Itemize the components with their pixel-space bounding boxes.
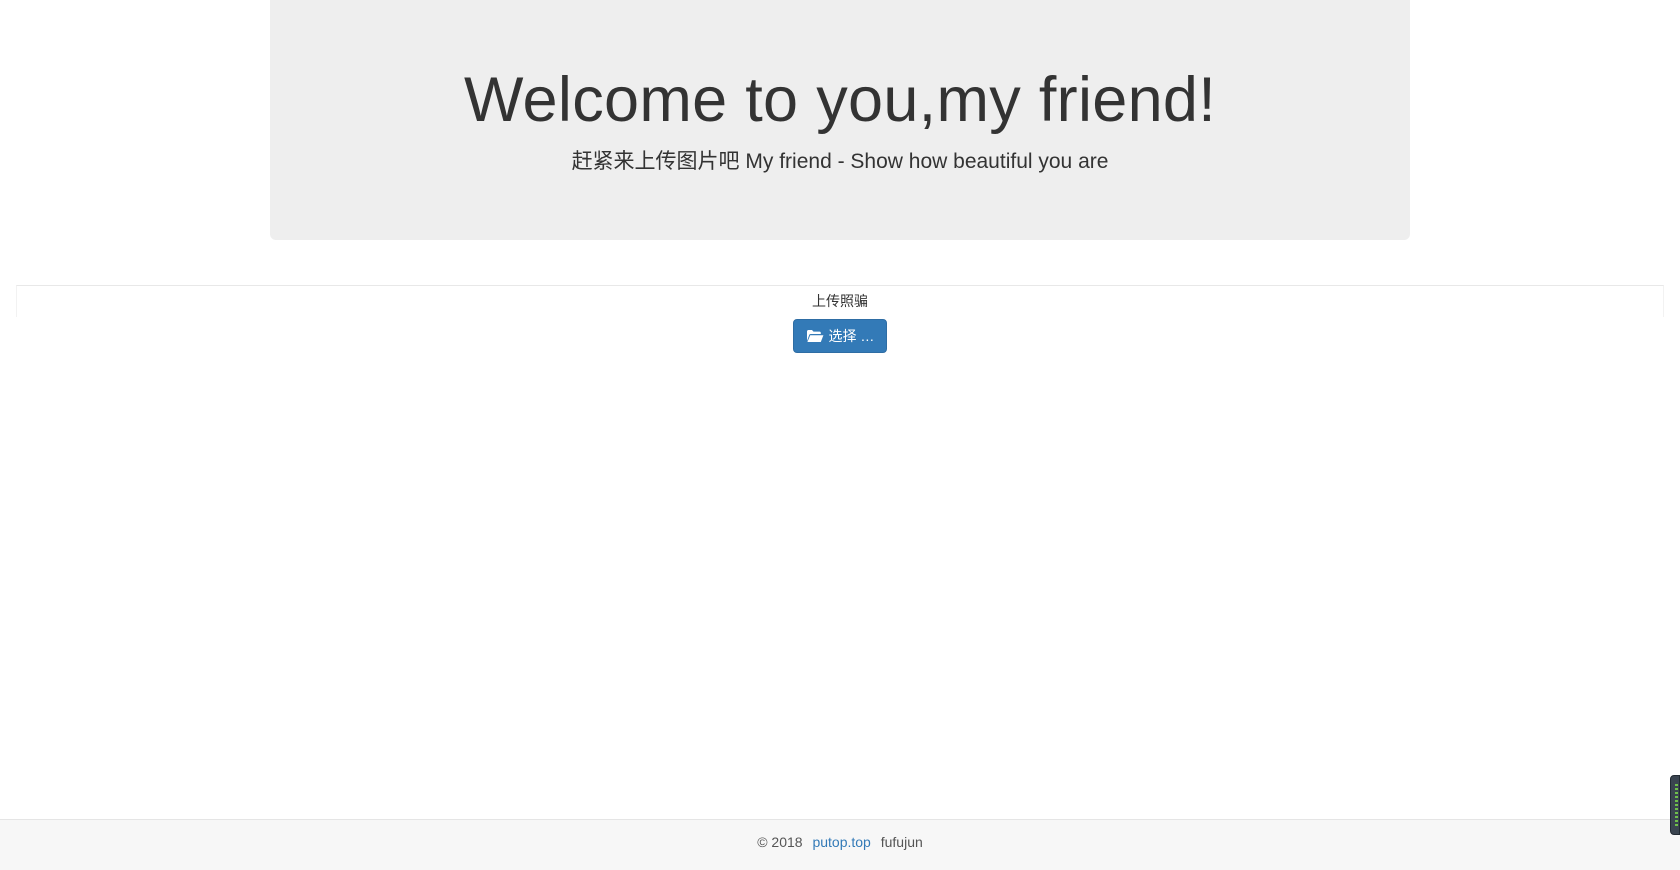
- upload-label: 上传照骗: [812, 293, 868, 309]
- choose-file-button-label: 选择 …: [828, 328, 875, 344]
- page-title: Welcome to you,my friend!: [463, 65, 1217, 135]
- side-widget-handle[interactable]: [1670, 775, 1680, 835]
- page: Welcome to you,my friend! 赶紧来上传图片吧 My fr…: [0, 0, 1680, 870]
- folder-open-icon: [806, 330, 823, 342]
- footer-copyright: © 2018: [757, 834, 803, 850]
- side-widget-meter-icon: [1675, 784, 1678, 828]
- choose-file-button[interactable]: 选择 …: [793, 319, 887, 353]
- page-subtitle: 赶紧来上传图片吧 My friend - Show how beautiful …: [571, 150, 1109, 173]
- jumbotron-header: Welcome to you,my friend! 赶紧来上传图片吧 My fr…: [270, 0, 1410, 240]
- footer-author: fufujun: [880, 834, 923, 850]
- footer: © 2018 putop.top fufujun: [0, 819, 1680, 870]
- footer-site-link[interactable]: putop.top: [812, 834, 870, 850]
